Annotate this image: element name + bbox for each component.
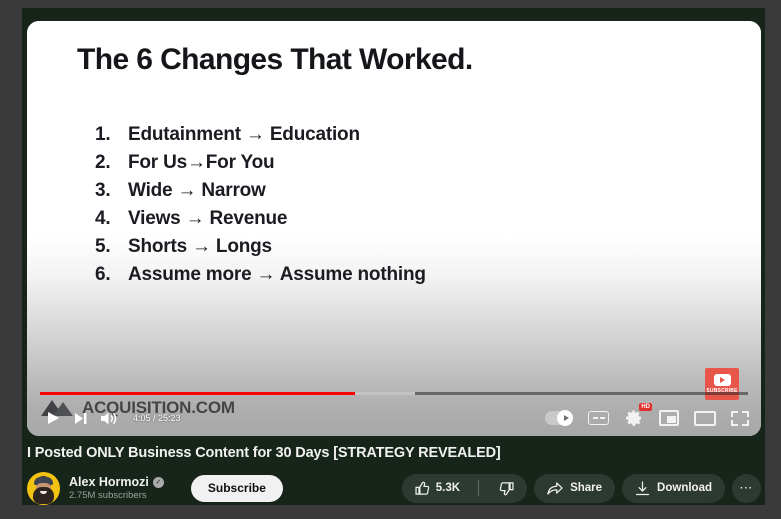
dislike-button[interactable] <box>486 474 527 503</box>
theater-mode-icon[interactable] <box>694 410 716 426</box>
player-controls: ACQUISITION.COM 4:05 / 25:23 HD <box>27 392 761 436</box>
controls-right-group: HD <box>545 403 761 428</box>
video-title: I Posted ONLY Business Content for 30 Da… <box>27 445 501 461</box>
screenshot-root: The 6 Changes That Worked. 1. Edutainmen… <box>0 0 781 519</box>
video-player[interactable]: The 6 Changes That Worked. 1. Edutainmen… <box>27 21 761 436</box>
channel-text: Alex Hormozi ✓ 2.75M subscribers <box>69 475 164 501</box>
avatar[interactable] <box>27 471 60 505</box>
subscriber-count: 2.75M subscribers <box>69 490 147 501</box>
progress-played <box>40 392 356 395</box>
list-item: 3. Wide → Narrow <box>95 180 426 208</box>
subscribe-button[interactable]: Subscribe <box>190 474 283 502</box>
gear-icon[interactable]: HD <box>624 403 652 428</box>
volume-icon[interactable] <box>96 405 122 431</box>
slide-title: The 6 Changes That Worked. <box>77 43 473 76</box>
more-horizontal-icon[interactable]: ⋯ <box>732 473 761 503</box>
list-item-number: 2. <box>95 152 111 173</box>
thumbs-up-icon <box>415 481 429 495</box>
list-item-text: Edutainment → Education <box>128 124 360 145</box>
channel-name-row: Alex Hormozi ✓ <box>69 475 164 489</box>
video-frame[interactable]: The 6 Changes That Worked. 1. Edutainmen… <box>27 21 761 436</box>
list-item: 1. Edutainment → Education <box>95 124 426 152</box>
time-display: 4:05 / 25:23 <box>133 413 181 423</box>
list-item-number: 1. <box>95 124 111 145</box>
autoplay-toggle[interactable] <box>545 410 573 426</box>
share-arrow-icon <box>547 481 563 495</box>
list-item: 6. Assume more → Assume nothing <box>95 264 426 292</box>
list-item-number: 5. <box>95 236 111 257</box>
list-item-text: Assume more → Assume nothing <box>128 264 426 285</box>
thumbs-down-icon <box>499 481 514 495</box>
download-icon <box>635 480 650 495</box>
like-dislike-group: 5.3K <box>401 473 528 503</box>
youtube-play-icon <box>713 374 731 386</box>
list-item: 4. Views → Revenue <box>95 208 426 236</box>
list-item-text: Shorts → Longs <box>128 236 272 257</box>
controls-row: 4:05 / 25:23 HD <box>27 400 761 436</box>
share-label: Share <box>570 482 603 494</box>
fullscreen-icon[interactable] <box>731 410 749 426</box>
video-meta-row: Alex Hormozi ✓ 2.75M subscribers Subscri… <box>27 470 761 505</box>
download-button[interactable]: Download <box>622 473 725 503</box>
channel-name[interactable]: Alex Hormozi <box>69 475 149 489</box>
share-button[interactable]: Share <box>534 473 616 503</box>
youtube-watch-page: The 6 Changes That Worked. 1. Edutainmen… <box>22 8 765 505</box>
cc-icon[interactable] <box>588 411 609 425</box>
next-track-icon[interactable] <box>68 405 94 431</box>
miniplayer-icon[interactable] <box>659 410 679 426</box>
list-item-number: 6. <box>95 264 111 285</box>
list-item-number: 3. <box>95 180 111 201</box>
action-buttons: 5.3K Share Download ⋯ <box>401 473 761 503</box>
slide-list: 1. Edutainment → Education 2. For Us→For… <box>95 124 426 292</box>
list-item-text: Views → Revenue <box>128 208 288 229</box>
list-item-text: For Us→For You <box>128 152 275 173</box>
verified-check-icon: ✓ <box>152 476 164 488</box>
like-count: 5.3K <box>435 482 461 494</box>
play-icon[interactable] <box>40 405 66 431</box>
list-item: 2. For Us→For You <box>95 152 426 180</box>
list-item: 5. Shorts → Longs <box>95 236 426 264</box>
like-button[interactable]: 5.3K <box>402 474 471 503</box>
list-item-number: 4. <box>95 208 111 229</box>
quality-badge: HD <box>639 403 652 411</box>
progress-bar[interactable] <box>40 392 748 395</box>
channel-block[interactable]: Alex Hormozi ✓ 2.75M subscribers <box>27 471 164 505</box>
controls-left-group: 4:05 / 25:23 <box>27 405 181 431</box>
download-label: Download <box>657 482 712 494</box>
list-item-text: Wide → Narrow <box>128 180 266 201</box>
divider <box>478 480 480 496</box>
